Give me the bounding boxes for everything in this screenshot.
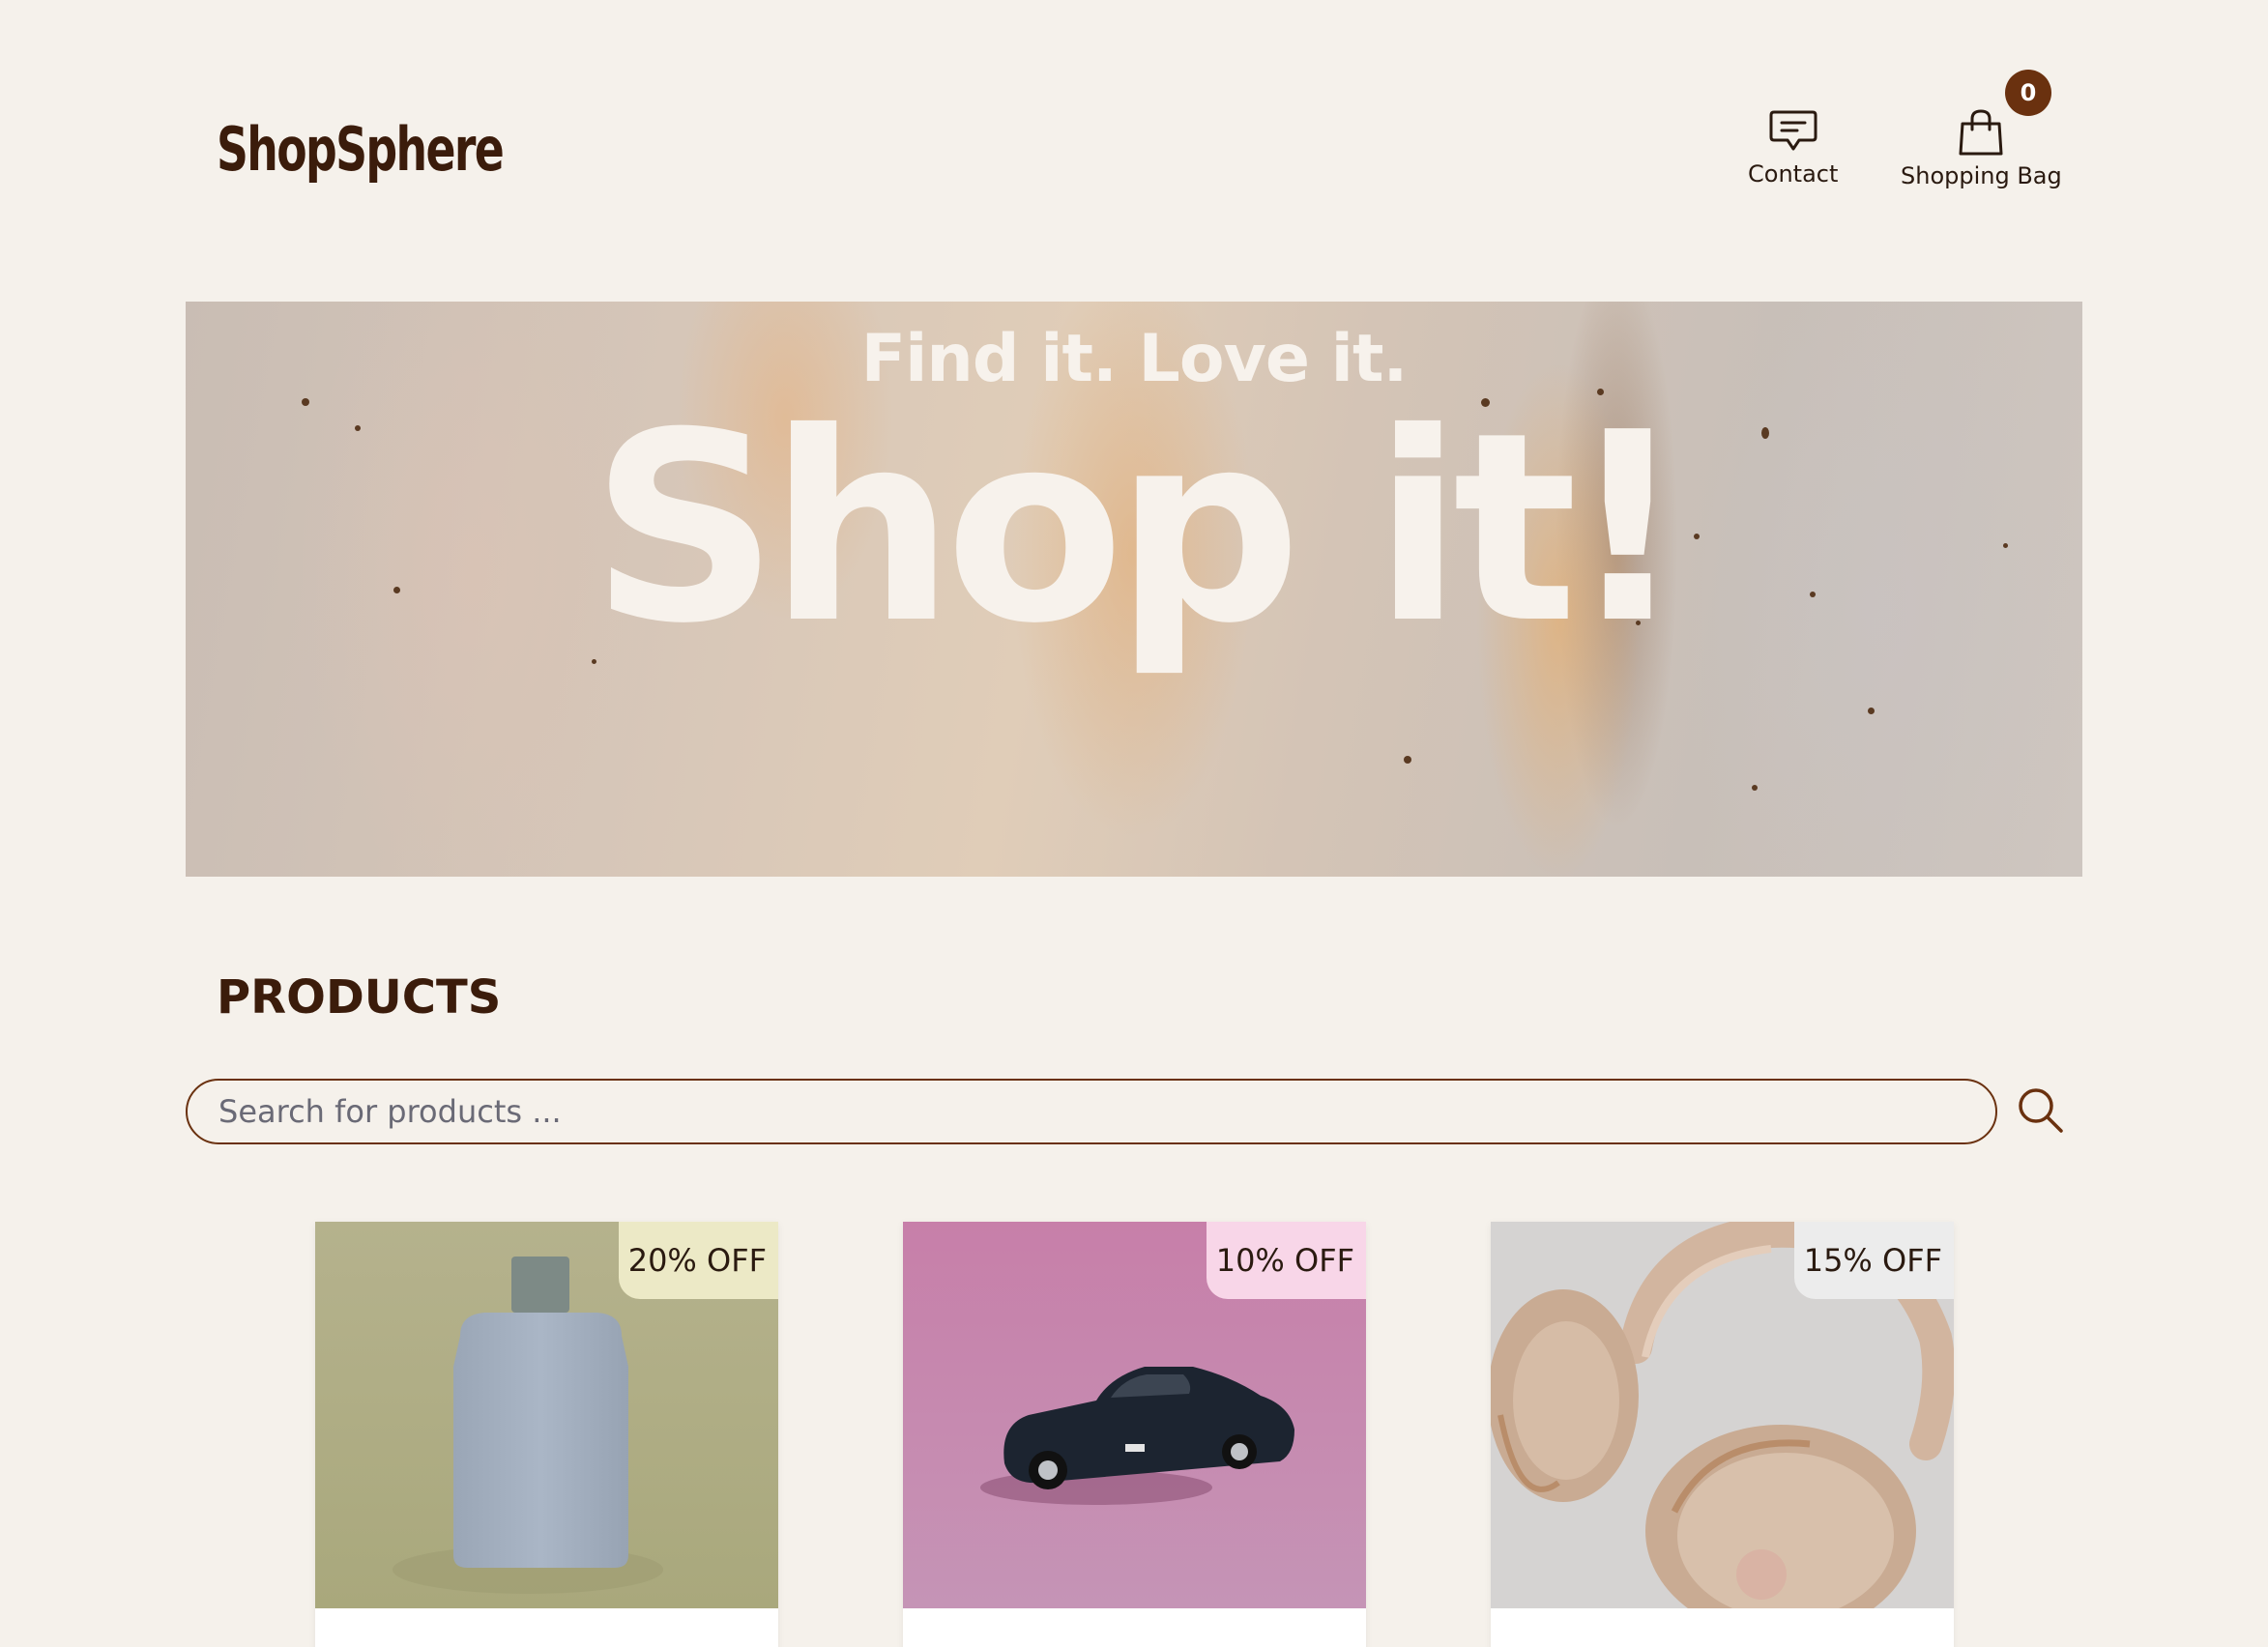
shopping-bag-link[interactable]: Shopping Bag [1901,108,2062,189]
contact-label: Contact [1748,160,1839,188]
chat-icon [1769,110,1817,151]
product-card[interactable]: 15% OFF [1491,1222,1954,1647]
bag-count-badge: 0 [2005,70,2051,116]
logo[interactable]: ShopSphere [217,114,505,185]
hero-speck [1404,756,1411,764]
discount-badge: 15% OFF [1793,1222,1954,1299]
product-card[interactable]: 20% OFF [315,1222,778,1647]
products-heading: PRODUCTS [217,970,502,1025]
hero-speck [1868,708,1875,714]
discount-badge: 20% OFF [618,1222,778,1299]
shopping-bag-icon [1959,109,2003,156]
search-icon [2019,1088,2063,1133]
page: ShopSphere Contact Shopping Bag 0 Find i [0,0,2268,1647]
hero-banner: Find it. Love it. Shop it! [186,302,2082,877]
hero-title: Shop it! [590,376,1687,680]
discount-badge: 10% OFF [1206,1222,1366,1299]
shopping-bag-label: Shopping Bag [1901,162,2062,189]
search-button[interactable] [2017,1086,2065,1139]
contact-link[interactable]: Contact [1748,108,1838,188]
product-card[interactable]: 10% OFF [903,1222,1366,1647]
hero-speck [1752,785,1758,791]
search-input[interactable] [186,1079,1997,1144]
